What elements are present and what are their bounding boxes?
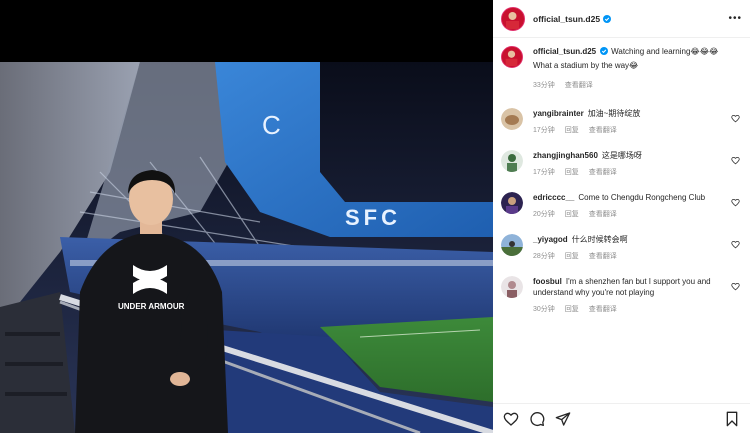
- commenter-avatar[interactable]: [501, 108, 523, 130]
- shirt-brand-text: UNDER ARMOUR: [118, 302, 185, 311]
- caption-author-avatar[interactable]: [501, 46, 523, 68]
- reply-button[interactable]: 回复: [565, 209, 579, 220]
- comments-list: official_tsun.d25 Watching and learning😂😂…: [493, 38, 750, 326]
- reply-button[interactable]: 回复: [565, 125, 579, 136]
- heart-icon[interactable]: [731, 198, 740, 207]
- reply-button[interactable]: 回复: [565, 304, 579, 315]
- comment-time[interactable]: 20分钟: [533, 209, 555, 220]
- commenter-avatar[interactable]: [501, 234, 523, 256]
- caption-text: Watching and learning😂😂😂: [611, 47, 719, 56]
- comment-icon[interactable]: [529, 411, 545, 427]
- like-heart-icon[interactable]: [503, 411, 519, 427]
- comment-time[interactable]: 28分钟: [533, 251, 555, 262]
- comment-text: 这是哪场呀: [601, 151, 642, 160]
- comment-time[interactable]: 17分钟: [533, 167, 555, 178]
- comment-text: 加油~期待绽放: [587, 109, 641, 118]
- share-icon[interactable]: [555, 411, 571, 427]
- verified-icon: [600, 47, 609, 55]
- stadium-sign: SFC: [345, 205, 401, 230]
- svg-text:C: C: [262, 110, 281, 140]
- more-icon[interactable]: •••: [728, 13, 742, 24]
- caption-time[interactable]: 33分钟: [533, 80, 555, 91]
- commenter-avatar[interactable]: [501, 276, 523, 298]
- commenter-avatar[interactable]: [501, 192, 523, 214]
- caption-username[interactable]: official_tsun.d25: [533, 47, 596, 56]
- author-username[interactable]: official_tsun.d25: [533, 14, 600, 24]
- post-photo-pane: SFC C UNDER ARMOUR: [0, 0, 493, 433]
- comment-username[interactable]: edricccc__: [533, 193, 574, 202]
- comment-text: 什么时候转会啊: [571, 235, 628, 244]
- caption-text-2: What a stadium by the way😂: [533, 61, 639, 70]
- author-avatar[interactable]: [501, 6, 525, 31]
- comment-username[interactable]: zhangjinghan560: [533, 151, 598, 160]
- post-details-pane: official_tsun.d25 ••• official_tsun.d25 W…: [493, 0, 750, 433]
- reply-button[interactable]: 回复: [565, 167, 579, 178]
- comment-username[interactable]: foosbul: [533, 277, 562, 286]
- post-photo[interactable]: SFC C UNDER ARMOUR: [0, 62, 493, 433]
- translate-link[interactable]: 查看翻译: [589, 167, 617, 178]
- comment-item: _yiyagod 什么时候转会啊 28分钟 回复 查看翻译: [501, 234, 742, 276]
- comment-item: yangibrainter 加油~期待绽放 17分钟 回复 查看翻译: [501, 108, 742, 150]
- heart-icon[interactable]: [731, 282, 740, 291]
- post-header: official_tsun.d25 •••: [493, 0, 750, 38]
- bookmark-icon[interactable]: [724, 411, 740, 427]
- comment-time[interactable]: 30分钟: [533, 304, 555, 315]
- heart-icon[interactable]: [731, 156, 740, 165]
- caption-translate-link[interactable]: 查看翻译: [565, 80, 593, 91]
- comment-item: zhangjinghan560 这是哪场呀 17分钟 回复 查看翻译: [501, 150, 742, 192]
- comment-time[interactable]: 17分钟: [533, 125, 555, 136]
- comment-item: foosbul I'm a shenzhen fan but I support …: [501, 276, 742, 326]
- translate-link[interactable]: 查看翻译: [589, 304, 617, 315]
- translate-link[interactable]: 查看翻译: [589, 209, 617, 220]
- translate-link[interactable]: 查看翻译: [589, 125, 617, 136]
- commenter-avatar[interactable]: [501, 150, 523, 172]
- comment-text: Come to Chengdu Rongcheng Club: [578, 193, 706, 202]
- translate-link[interactable]: 查看翻译: [589, 251, 617, 262]
- comment-username[interactable]: yangibrainter: [533, 109, 584, 118]
- comment-username[interactable]: _yiyagod: [533, 235, 568, 244]
- verified-icon: [603, 14, 612, 23]
- post-action-bar: [493, 403, 750, 433]
- comment-item: edricccc__ Come to Chengdu Rongcheng Club…: [501, 192, 742, 234]
- heart-icon[interactable]: [731, 114, 740, 123]
- heart-icon[interactable]: [731, 240, 740, 249]
- reply-button[interactable]: 回复: [565, 251, 579, 262]
- post-caption: official_tsun.d25 Watching and learning😂😂…: [501, 46, 742, 106]
